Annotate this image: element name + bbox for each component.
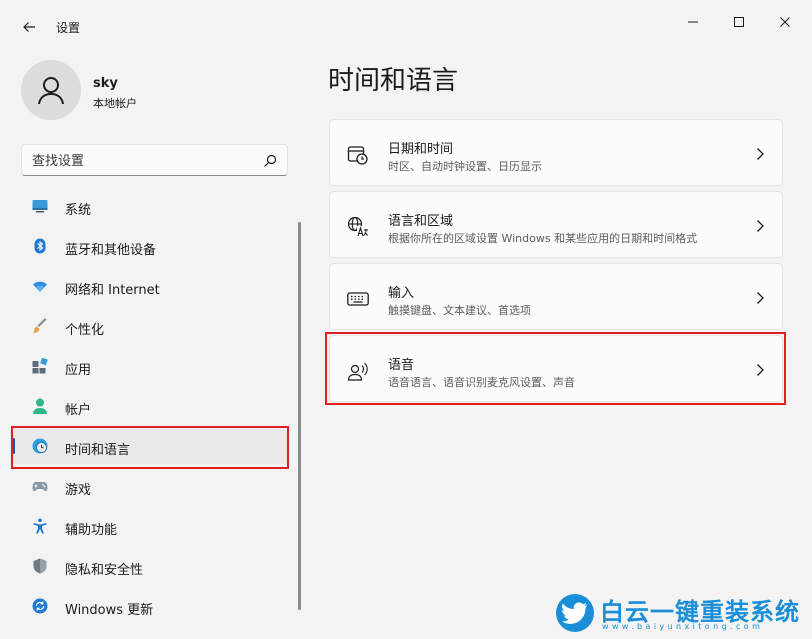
system-icon	[32, 200, 48, 213]
title-bar: 设置	[0, 0, 812, 44]
accessibility-icon	[33, 518, 47, 534]
back-arrow-icon	[23, 22, 35, 32]
sidebar-item-label: 个性化	[65, 323, 105, 338]
sidebar-item-label: Windows 更新	[65, 603, 154, 618]
app-title: 设置	[56, 21, 81, 35]
card-subtitle: 根据你所在的区域设置 Windows 和某些应用的日期和时间格式	[388, 232, 698, 245]
card-language-region[interactable]: 语言和区域 根据你所在的区域设置 Windows 和某些应用的日期和时间格式	[329, 191, 783, 258]
avatar[interactable]	[21, 60, 81, 120]
chevron-right-icon	[757, 292, 764, 304]
watermark: 白云一键重装系统 www.baiyunxitong.com	[556, 590, 806, 636]
sidebar-item-system[interactable]: 系统	[10, 188, 288, 224]
shield-icon	[33, 558, 47, 574]
search-input[interactable]	[32, 151, 252, 171]
language-region-icon	[347, 216, 368, 237]
sidebar-item-accounts[interactable]: 帐户	[10, 388, 288, 424]
search-icon[interactable]	[262, 153, 278, 169]
maximize-button[interactable]	[716, 8, 762, 36]
minimize-button[interactable]	[670, 8, 716, 36]
card-subtitle: 时区、自动时钟设置、日历显示	[388, 160, 542, 173]
sidebar-item-bluetooth[interactable]: 蓝牙和其他设备	[10, 228, 288, 264]
page-title: 时间和语言	[328, 66, 459, 96]
card-title: 语言和区域	[388, 214, 454, 229]
sidebar-scrollbar[interactable]	[298, 222, 301, 610]
sidebar-item-personalization[interactable]: 个性化	[10, 308, 288, 344]
chevron-right-icon	[757, 148, 764, 160]
sidebar-item-label: 时间和语言	[65, 443, 131, 458]
back-button[interactable]	[16, 14, 42, 40]
time-language-icon	[32, 438, 48, 454]
card-title: 输入	[388, 286, 415, 301]
watermark-url: www.baiyunxitong.com	[602, 622, 764, 631]
account-type: 本地帐户	[93, 97, 137, 110]
calendar-clock-icon	[347, 146, 368, 165]
sidebar-item-time-language[interactable]: 时间和语言	[10, 428, 288, 464]
gamepad-icon	[32, 482, 48, 491]
selection-indicator	[12, 438, 15, 454]
apps-icon	[32, 358, 48, 374]
sidebar-item-label: 蓝牙和其他设备	[65, 243, 157, 258]
sidebar-item-privacy[interactable]: 隐私和安全性	[10, 548, 288, 584]
sidebar-item-label: 游戏	[65, 483, 92, 498]
sidebar-item-label: 应用	[65, 363, 92, 378]
sidebar-item-gaming[interactable]: 游戏	[10, 468, 288, 504]
sidebar-item-network[interactable]: 网络和 Internet	[10, 268, 288, 304]
sidebar-item-label: 辅助功能	[65, 523, 118, 538]
keyboard-icon	[347, 292, 369, 306]
bluetooth-icon	[34, 238, 46, 254]
card-title: 语音	[388, 358, 415, 373]
user-icon	[38, 77, 64, 105]
update-icon	[32, 598, 48, 614]
card-subtitle: 触摸键盘、文本建议、首选项	[388, 304, 531, 317]
brush-icon	[33, 318, 47, 333]
card-date-time[interactable]: 日期和时间 时区、自动时钟设置、日历显示	[329, 119, 783, 186]
maximize-icon	[734, 17, 744, 27]
sidebar-item-label: 网络和 Internet	[65, 283, 160, 298]
sidebar-nav: 系统 蓝牙和其他设备 网络和 Internet 个性化 应用 帐户 时间和语言 …	[10, 188, 288, 628]
user-name: sky	[93, 76, 118, 91]
chevron-right-icon	[757, 220, 764, 232]
card-title: 日期和时间	[388, 142, 454, 157]
search-box[interactable]	[21, 144, 288, 176]
close-button[interactable]	[762, 8, 808, 36]
card-subtitle: 语音语言、语音识别麦克风设置、声音	[388, 376, 575, 389]
sidebar-item-apps[interactable]: 应用	[10, 348, 288, 384]
account-icon	[33, 398, 47, 414]
close-icon	[780, 17, 790, 27]
sidebar-item-label: 帐户	[65, 403, 92, 418]
speech-icon	[347, 362, 368, 381]
sidebar-item-label: 系统	[65, 203, 92, 218]
wifi-icon	[33, 281, 47, 292]
card-speech[interactable]: 语音 语音语言、语音识别麦克风设置、声音	[329, 335, 783, 402]
settings-window: 设置 sky 本地帐户 查找设置 系统 蓝牙和其他设备 网络和 Internet…	[0, 0, 812, 639]
chevron-right-icon	[757, 364, 764, 376]
card-typing[interactable]: 输入 触摸键盘、文本建议、首选项	[329, 263, 783, 330]
bird-logo-icon	[556, 594, 594, 632]
sidebar-item-windows-update[interactable]: Windows 更新	[10, 588, 288, 624]
minimize-icon	[688, 21, 698, 23]
sidebar-item-label: 隐私和安全性	[65, 563, 144, 578]
sidebar-item-accessibility[interactable]: 辅助功能	[10, 508, 288, 544]
